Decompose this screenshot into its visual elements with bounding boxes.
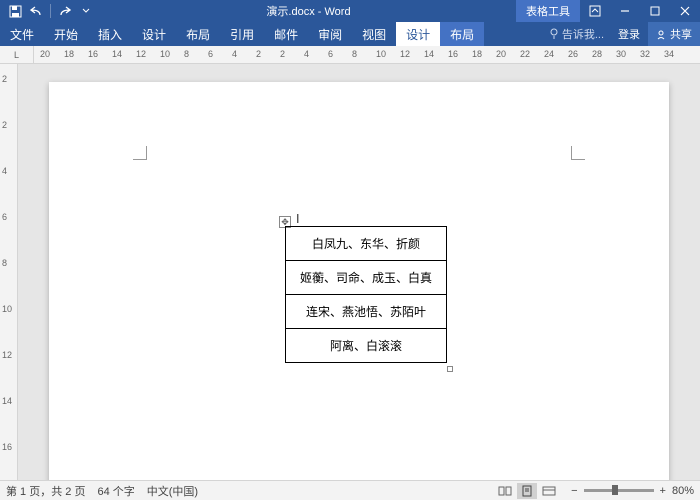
- ruler-tick: 12: [2, 350, 12, 360]
- word-count[interactable]: 64 个字: [97, 483, 134, 499]
- ruler-tick: 10: [160, 49, 170, 59]
- document-area[interactable]: ✥ Ⅰ 白凤九、东华、折颜 姬蘅、司命、成玉、白真 连宋、燕池悟、苏陌叶 阿离、…: [18, 64, 700, 480]
- close-icon[interactable]: [670, 0, 700, 22]
- tab-references[interactable]: 引用: [220, 22, 264, 47]
- ruler-tick: 26: [568, 49, 578, 59]
- ruler-tick: 4: [232, 49, 237, 59]
- ruler-tick: 2: [256, 49, 261, 59]
- ruler-tick: 16: [88, 49, 98, 59]
- view-buttons: [495, 483, 559, 499]
- lightbulb-icon: [549, 28, 559, 40]
- save-icon[interactable]: [6, 2, 24, 20]
- zoom-in-button[interactable]: +: [660, 485, 666, 497]
- tab-design[interactable]: 设计: [132, 22, 176, 47]
- document-table[interactable]: 白凤九、东华、折颜 姬蘅、司命、成玉、白真 连宋、燕池悟、苏陌叶 阿离、白滚滚: [285, 226, 447, 363]
- title-bar: 演示.docx - Word 表格工具: [0, 0, 700, 22]
- table-cell[interactable]: 连宋、燕池悟、苏陌叶: [286, 295, 447, 329]
- ruler-tick: 12: [136, 49, 146, 59]
- table-cell[interactable]: 白凤九、东华、折颜: [286, 227, 447, 261]
- zoom-slider[interactable]: [584, 489, 654, 492]
- tab-table-layout[interactable]: 布局: [440, 22, 484, 47]
- tab-layout[interactable]: 布局: [176, 22, 220, 47]
- ruler-tick: 24: [544, 49, 554, 59]
- document-title: 演示.docx - Word: [101, 3, 516, 19]
- read-mode-icon[interactable]: [495, 483, 515, 499]
- ruler-tick: 14: [2, 396, 12, 406]
- text-cursor-icon: Ⅰ: [296, 212, 300, 226]
- ruler-tick: 2: [280, 49, 285, 59]
- ruler-tick: 2: [2, 74, 7, 84]
- login-button[interactable]: 登录: [610, 26, 648, 42]
- share-button[interactable]: 共享: [648, 22, 700, 46]
- tell-me-label: 告诉我...: [562, 26, 604, 42]
- status-bar: 第 1 页，共 2 页 64 个字 中文(中国) − + 80%: [0, 480, 700, 500]
- horizontal-ruler[interactable]: L 20181614121086422468101214161820222426…: [0, 46, 700, 64]
- web-layout-icon[interactable]: [539, 483, 559, 499]
- tab-home[interactable]: 开始: [44, 22, 88, 47]
- zoom-control: − + 80%: [571, 485, 694, 497]
- qat-separator: [50, 4, 51, 18]
- ruler-tick: 10: [376, 49, 386, 59]
- table-resize-handle-icon[interactable]: [447, 366, 453, 372]
- ruler-tick: 20: [40, 49, 50, 59]
- ruler-tick: 18: [64, 49, 74, 59]
- ruler-tick: 8: [184, 49, 189, 59]
- ruler-tick: 10: [2, 304, 12, 314]
- ruler-tick: 34: [664, 49, 674, 59]
- redo-icon[interactable]: [55, 2, 73, 20]
- undo-icon[interactable]: [28, 2, 46, 20]
- ruler-tick: 8: [352, 49, 357, 59]
- ruler-tick: 6: [2, 212, 7, 222]
- print-layout-icon[interactable]: [517, 483, 537, 499]
- tab-file[interactable]: 文件: [0, 22, 44, 47]
- ruler-corner: L: [0, 46, 34, 64]
- quick-access-toolbar: [0, 2, 101, 20]
- tab-mailings[interactable]: 邮件: [264, 22, 308, 47]
- margin-corner-tr: [571, 146, 585, 160]
- zoom-thumb[interactable]: [612, 485, 618, 495]
- ruler-tick: 28: [592, 49, 602, 59]
- zoom-percent[interactable]: 80%: [672, 485, 694, 497]
- maximize-icon[interactable]: [640, 0, 670, 22]
- page-info[interactable]: 第 1 页，共 2 页: [6, 483, 85, 499]
- margin-corner-tl: [133, 146, 147, 160]
- qat-dropdown-icon[interactable]: [77, 2, 95, 20]
- ruler-tick: 20: [496, 49, 506, 59]
- ruler-tick: 32: [640, 49, 650, 59]
- tab-view[interactable]: 视图: [352, 22, 396, 47]
- table-cell[interactable]: 姬蘅、司命、成玉、白真: [286, 261, 447, 295]
- tab-table-design[interactable]: 设计: [396, 22, 440, 47]
- tab-insert[interactable]: 插入: [88, 22, 132, 47]
- ruler-tick: 6: [328, 49, 333, 59]
- tell-me-search[interactable]: 告诉我...: [543, 26, 610, 42]
- ruler-tick: 30: [616, 49, 626, 59]
- ruler-tick: 2: [2, 120, 7, 130]
- ruler-tick: 14: [112, 49, 122, 59]
- table-cell[interactable]: 阿离、白滚滚: [286, 329, 447, 363]
- ruler-tick: 8: [2, 258, 7, 268]
- zoom-out-button[interactable]: −: [571, 485, 577, 497]
- ribbon-options-icon[interactable]: [580, 0, 610, 22]
- ribbon-tabs: 文件 开始 插入 设计 布局 引用 邮件 审阅 视图 设计 布局 告诉我... …: [0, 22, 700, 46]
- workspace: 2 2 4 6 8 10 12 14 16 ✥ Ⅰ 白凤九、东华、折颜 姬蘅、司命、成玉、白真 …: [0, 64, 700, 480]
- ruler-tick: 6: [208, 49, 213, 59]
- vertical-ruler[interactable]: 2 2 4 6 8 10 12 14 16: [0, 64, 18, 480]
- ruler-tick: 22: [520, 49, 530, 59]
- tab-review[interactable]: 审阅: [308, 22, 352, 47]
- ruler-tick: 4: [304, 49, 309, 59]
- ruler-tick: 14: [424, 49, 434, 59]
- language[interactable]: 中文(中国): [147, 483, 198, 499]
- page[interactable]: ✥ Ⅰ 白凤九、东华、折颜 姬蘅、司命、成玉、白真 连宋、燕池悟、苏陌叶 阿离、…: [49, 82, 669, 480]
- ruler-tick: 16: [448, 49, 458, 59]
- share-icon: [656, 29, 667, 40]
- ruler-tick: 4: [2, 166, 7, 176]
- ruler-tick: 18: [472, 49, 482, 59]
- window-controls: [580, 0, 700, 22]
- ruler-tick: 12: [400, 49, 410, 59]
- context-tool-label: 表格工具: [516, 0, 580, 22]
- minimize-icon[interactable]: [610, 0, 640, 22]
- share-label: 共享: [670, 26, 692, 42]
- ruler-tick: 16: [2, 442, 12, 452]
